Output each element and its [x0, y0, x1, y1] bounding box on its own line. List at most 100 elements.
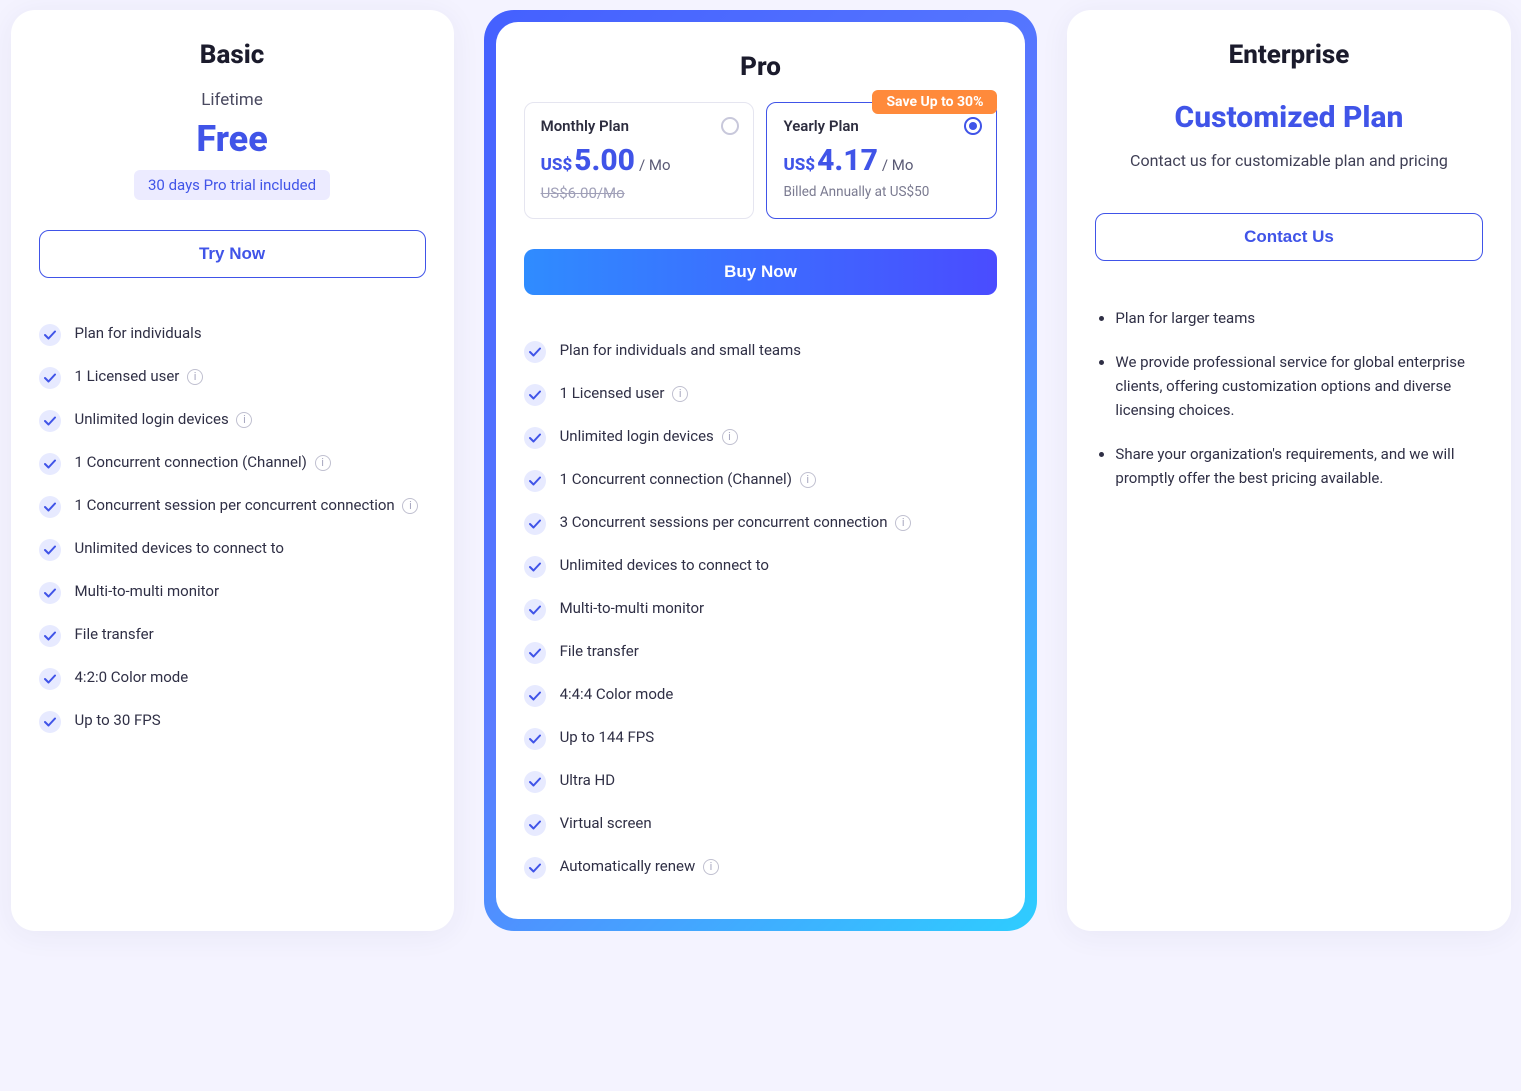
plan-price-row: US$ 5.00 / Mo — [541, 143, 738, 178]
feature-text: Unlimited devices to connect to — [560, 555, 998, 577]
plan-options: Save Up to 30% Monthly Plan US$ 5.00 / M… — [524, 102, 998, 219]
check-icon — [524, 513, 546, 535]
basic-features-list: Plan for individuals 1 Licensed user i Unl… — [39, 313, 426, 743]
feature-text: 1 Concurrent connection (Channel) i — [75, 452, 426, 474]
plan-option-monthly[interactable]: Monthly Plan US$ 5.00 / Mo US$6.00/Mo — [524, 102, 755, 219]
feature-item: 1 Licensed user i — [524, 373, 998, 416]
feature-item: 1 Concurrent connection (Channel) i — [524, 459, 998, 502]
feature-item: Ultra HD — [524, 760, 998, 803]
plan-price: Free — [39, 118, 426, 160]
feature-text: 1 Concurrent connection (Channel) i — [560, 469, 998, 491]
feature-text: 4:4:4 Color mode — [560, 684, 998, 706]
info-icon[interactable]: i — [187, 369, 203, 385]
billed-annually-text: Billed Annually at US$50 — [783, 184, 980, 200]
info-icon[interactable]: i — [315, 455, 331, 471]
check-icon — [39, 582, 61, 604]
feature-item: Unlimited login devices i — [39, 399, 426, 442]
feature-text: Ultra HD — [560, 770, 998, 792]
feature-text: Unlimited login devices i — [75, 409, 426, 431]
plan-card-pro-wrapper: Pro Save Up to 30% Monthly Plan US$ 5.00… — [484, 10, 1038, 931]
plan-option-label: Monthly Plan — [541, 117, 738, 135]
check-icon — [39, 711, 61, 733]
feature-item: Automatically renew i — [524, 846, 998, 889]
feature-item: Virtual screen — [524, 803, 998, 846]
check-icon — [524, 728, 546, 750]
check-icon — [39, 539, 61, 561]
plan-option-yearly[interactable]: Yearly Plan US$ 4.17 / Mo Billed Annuall… — [766, 102, 997, 219]
plan-duration: Lifetime — [39, 90, 426, 110]
info-icon[interactable]: i — [722, 429, 738, 445]
save-badge: Save Up to 30% — [872, 90, 997, 114]
feature-text: 1 Licensed user i — [560, 383, 998, 405]
enterprise-bullets-list: Plan for larger teamsWe provide professi… — [1095, 296, 1482, 500]
trial-badge: 30 days Pro trial included — [134, 170, 330, 200]
check-icon — [39, 324, 61, 346]
plan-title: Basic — [39, 40, 426, 70]
plan-title: Pro — [524, 52, 998, 82]
feature-text: 1 Licensed user i — [75, 366, 426, 388]
suffix-text: / Mo — [639, 156, 671, 174]
feature-text: 1 Concurrent session per concurrent conn… — [75, 495, 426, 517]
amount-text: 5.00 — [574, 143, 635, 178]
feature-item: 1 Concurrent connection (Channel) i — [39, 442, 426, 485]
suffix-text: / Mo — [882, 156, 914, 174]
feature-item: Unlimited devices to connect to — [524, 545, 998, 588]
info-icon[interactable]: i — [895, 515, 911, 531]
currency-text: US$ — [541, 155, 573, 175]
feature-text: Virtual screen — [560, 813, 998, 835]
check-icon — [39, 453, 61, 475]
check-icon — [524, 384, 546, 406]
buy-now-button[interactable]: Buy Now — [524, 249, 998, 295]
feature-item: 1 Licensed user i — [39, 356, 426, 399]
info-icon[interactable]: i — [236, 412, 252, 428]
check-icon — [524, 556, 546, 578]
info-icon[interactable]: i — [672, 386, 688, 402]
feature-text: Unlimited devices to connect to — [75, 538, 426, 560]
enterprise-bullet: Plan for larger teams — [1115, 296, 1482, 340]
feature-text: Multi-to-multi monitor — [75, 581, 426, 603]
currency-text: US$ — [783, 155, 815, 175]
check-icon — [39, 496, 61, 518]
check-icon — [524, 599, 546, 621]
plan-card-basic: Basic Lifetime Free 30 days Pro trial in… — [11, 10, 454, 931]
feature-item: Multi-to-multi monitor — [524, 588, 998, 631]
check-icon — [524, 857, 546, 879]
feature-item: 3 Concurrent sessions per concurrent con… — [524, 502, 998, 545]
feature-item: Unlimited login devices i — [524, 416, 998, 459]
feature-text: 4:2:0 Color mode — [75, 667, 426, 689]
info-icon[interactable]: i — [402, 498, 418, 514]
check-icon — [524, 642, 546, 664]
feature-item: 1 Concurrent session per concurrent conn… — [39, 485, 426, 528]
feature-item: Multi-to-multi monitor — [39, 571, 426, 614]
contact-us-button[interactable]: Contact Us — [1095, 213, 1482, 261]
feature-item: 4:2:0 Color mode — [39, 657, 426, 700]
check-icon — [39, 367, 61, 389]
pro-features-list: Plan for individuals and small teams 1 Li… — [524, 330, 998, 889]
feature-text: Plan for individuals and small teams — [560, 340, 998, 362]
feature-item: Up to 30 FPS — [39, 700, 426, 743]
info-icon[interactable]: i — [800, 472, 816, 488]
check-icon — [524, 685, 546, 707]
feature-text: Up to 30 FPS — [75, 710, 426, 732]
strike-price: US$6.00/Mo — [541, 184, 738, 202]
check-icon — [39, 668, 61, 690]
info-icon[interactable]: i — [703, 859, 719, 875]
try-now-button[interactable]: Try Now — [39, 230, 426, 278]
feature-item: File transfer — [39, 614, 426, 657]
check-icon — [39, 625, 61, 647]
feature-text: Up to 144 FPS — [560, 727, 998, 749]
feature-text: Unlimited login devices i — [560, 426, 998, 448]
enterprise-headline: Customized Plan — [1095, 100, 1482, 135]
plan-card-enterprise: Enterprise Customized Plan Contact us fo… — [1067, 10, 1510, 931]
plan-card-pro: Pro Save Up to 30% Monthly Plan US$ 5.00… — [496, 22, 1026, 919]
check-icon — [524, 771, 546, 793]
feature-item: File transfer — [524, 631, 998, 674]
check-icon — [524, 814, 546, 836]
enterprise-sub: Contact us for customizable plan and pri… — [1095, 149, 1482, 173]
feature-item: Plan for individuals and small teams — [524, 330, 998, 373]
pricing-grid: Basic Lifetime Free 30 days Pro trial in… — [11, 10, 1511, 931]
enterprise-bullet: We provide professional service for glob… — [1115, 340, 1482, 432]
feature-item: 4:4:4 Color mode — [524, 674, 998, 717]
feature-text: Multi-to-multi monitor — [560, 598, 998, 620]
feature-item: Plan for individuals — [39, 313, 426, 356]
